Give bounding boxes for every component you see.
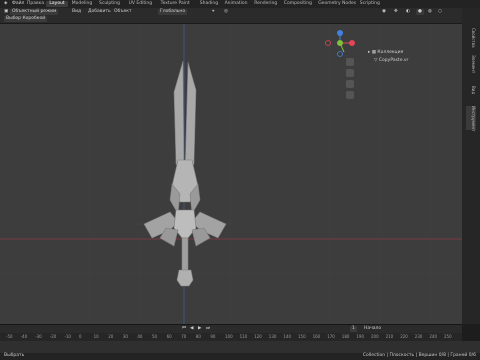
outliner-collection[interactable]: ▸ ▦ Коллекция bbox=[368, 50, 403, 55]
timeline-tick: 240 bbox=[429, 334, 438, 339]
shading-solid-icon[interactable]: ● bbox=[416, 9, 424, 15]
proportional-edit-icon[interactable]: ◎ bbox=[222, 9, 230, 15]
timeline-tick: 180 bbox=[341, 334, 350, 339]
timeline-ruler[interactable]: -50 -40 -30 -20 -10 0 10 20 30 40 50 60 70 80 90 100 110… bbox=[0, 333, 462, 341]
gizmo-x-handle[interactable] bbox=[349, 40, 355, 46]
timeline-tick: 50 bbox=[152, 334, 158, 339]
workspace-tab[interactable]: Sculpting bbox=[96, 1, 123, 7]
workspace-tab[interactable]: Compositing bbox=[281, 1, 315, 7]
timeline-tick: -50 bbox=[6, 334, 13, 339]
status-right: Collection | Плоскость | Вершин 0/8 | Гр… bbox=[362, 353, 476, 358]
timeline-tick: -10 bbox=[64, 334, 71, 339]
pan-hand-icon[interactable] bbox=[346, 69, 354, 77]
gizmo-neg-z-handle[interactable] bbox=[337, 51, 343, 57]
overlay-icon[interactable]: ◐ bbox=[404, 9, 412, 15]
snap-icon[interactable]: ⌖ bbox=[210, 9, 217, 15]
timeline-tick: 90 bbox=[210, 334, 216, 339]
workspace-tab[interactable]: Scripting bbox=[357, 1, 383, 7]
properties-strip: Свойства Элемент Вид Инструмент bbox=[462, 8, 480, 324]
menu-add[interactable]: Добавить bbox=[86, 9, 113, 15]
shading-material-icon[interactable]: ◍ bbox=[426, 9, 434, 15]
sword-model[interactable] bbox=[143, 60, 227, 287]
timeline-tick: 130 bbox=[268, 334, 277, 339]
visibility-icon[interactable]: ◉ bbox=[380, 9, 388, 15]
shading-rendered-icon[interactable]: ○ bbox=[436, 9, 444, 15]
gizmo-y-handle[interactable] bbox=[337, 40, 343, 46]
play-icon[interactable]: ▶ bbox=[196, 326, 203, 332]
timeline-tick: 160 bbox=[312, 334, 321, 339]
workspace-tab[interactable]: Правка bbox=[24, 1, 47, 7]
jump-start-icon[interactable]: ⏮ bbox=[180, 326, 188, 332]
timeline-tick: 100 bbox=[225, 334, 233, 339]
play-reverse-icon[interactable]: ◀ bbox=[188, 326, 195, 332]
top-menu-bar: ◈ Файл Правка Layout Modeling Sculpting UV E… bbox=[0, 0, 480, 8]
timeline-tick: 30 bbox=[122, 334, 128, 339]
gizmo-toggle-icon[interactable]: ✥ bbox=[392, 9, 400, 15]
blender-logo-icon[interactable]: ◈ bbox=[2, 1, 9, 7]
timeline-body[interactable] bbox=[0, 341, 480, 353]
timeline-tick: -20 bbox=[49, 334, 57, 339]
timeline-tick: 110 bbox=[239, 334, 248, 339]
collection-icon: ▸ ▦ bbox=[368, 50, 378, 55]
box-select-dropdown[interactable]: Выбор Коробкой bbox=[4, 16, 48, 22]
workspace-tab[interactable]: Geometry Nodes bbox=[315, 1, 359, 7]
timeline-tick: 210 bbox=[385, 334, 394, 339]
timeline-tick: -40 bbox=[20, 334, 28, 339]
timeline-tick: 40 bbox=[137, 334, 143, 339]
timeline-tick: 250 bbox=[444, 334, 452, 339]
timeline-tick: 190 bbox=[356, 334, 365, 339]
timeline-tick: 20 bbox=[108, 334, 114, 339]
jump-end-icon[interactable]: ⏭ bbox=[204, 326, 212, 332]
menu-view[interactable]: Вид bbox=[70, 9, 83, 15]
timeline-tick: 0 bbox=[79, 334, 82, 339]
camera-view-icon[interactable] bbox=[346, 80, 354, 88]
viewport-nav-buttons bbox=[346, 58, 354, 99]
workspace-tab[interactable]: Shading bbox=[197, 1, 221, 7]
timeline-tick: 170 bbox=[327, 334, 335, 339]
workspace-tab[interactable]: Modeling bbox=[69, 1, 95, 7]
viewport-header: ▣ Объектный режим Вид Добавить Объект Гл… bbox=[0, 8, 462, 16]
workspace-tab[interactable]: Animation bbox=[222, 1, 251, 7]
zoom-icon[interactable] bbox=[346, 58, 354, 66]
tab-item[interactable]: Элемент bbox=[466, 54, 476, 74]
timeline-tick: 220 bbox=[400, 334, 408, 339]
timeline-tick: 230 bbox=[414, 334, 423, 339]
timeline-tick: 120 bbox=[254, 334, 262, 339]
status-left: Выбрать bbox=[4, 353, 25, 358]
outliner: ▸ ▦ Коллекция ▽ CopyPaste.vr bbox=[362, 50, 460, 70]
workspace-tab[interactable]: Rendering bbox=[251, 1, 280, 7]
grid-view-icon[interactable] bbox=[346, 91, 354, 99]
workspace-tab[interactable]: Layout bbox=[46, 1, 68, 7]
start-label: Начало bbox=[364, 326, 382, 331]
timeline-tick: 140 bbox=[283, 334, 292, 339]
timeline-tick: 10 bbox=[93, 334, 99, 339]
tab-properties[interactable]: Свойства bbox=[466, 28, 476, 48]
menu-object[interactable]: Объект bbox=[112, 9, 134, 15]
gizmo-z-handle[interactable] bbox=[337, 30, 343, 36]
tab-tool[interactable]: Инструмент bbox=[466, 106, 476, 131]
transform-orientation-dropdown[interactable]: Глобально bbox=[158, 9, 188, 15]
timeline-tick: -30 bbox=[35, 334, 42, 339]
timeline-tick: 200 bbox=[371, 334, 379, 339]
timeline-tick: 60 bbox=[166, 334, 172, 339]
tool-settings-bar: Выбор Коробкой bbox=[0, 16, 462, 24]
workspace-tab[interactable]: Texture Paint bbox=[158, 1, 193, 7]
current-frame-field[interactable]: 1 bbox=[350, 326, 357, 332]
timeline-tick: 150 bbox=[298, 334, 306, 339]
workspace-tab[interactable]: UV Editing bbox=[126, 1, 155, 7]
status-bar: Выбрать Collection | Плоскость | Вершин … bbox=[0, 353, 480, 360]
3d-viewport[interactable]: ▸ ▦ Коллекция ▽ CopyPaste.vr bbox=[0, 24, 462, 324]
outliner-object[interactable]: ▽ CopyPaste.vr bbox=[374, 58, 408, 63]
timeline-tick: 70 bbox=[181, 334, 187, 339]
mode-dropdown[interactable]: Объектный режим bbox=[10, 9, 59, 15]
tab-view[interactable]: Вид bbox=[466, 80, 476, 100]
timeline-tick: 80 bbox=[195, 334, 201, 339]
